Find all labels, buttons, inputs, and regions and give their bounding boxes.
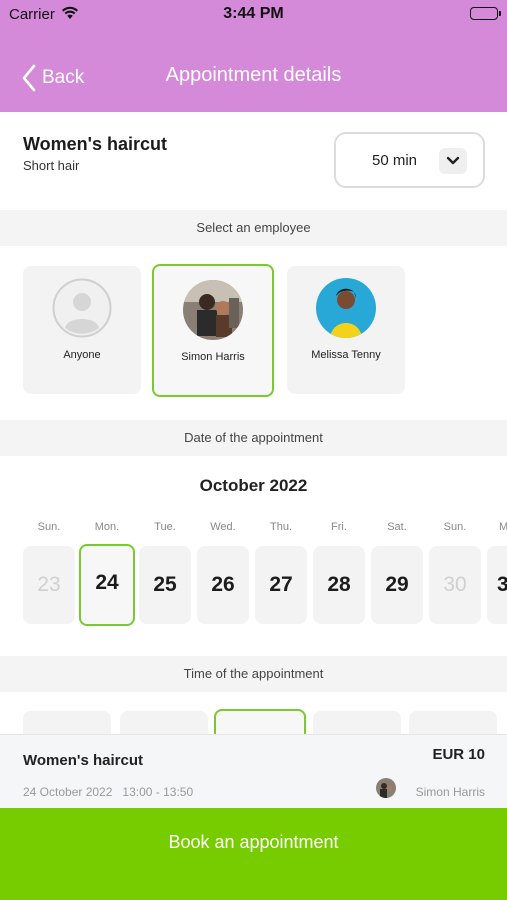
section-header-employee: Select an employee — [0, 210, 507, 246]
calendar-day[interactable]: 25 — [139, 546, 191, 624]
service-variant: Short hair — [23, 158, 80, 173]
status-bar: Carrier 3:44 PM — [0, 0, 507, 30]
weekday-label: Fri. — [331, 521, 347, 533]
employee-photo-avatar — [316, 278, 376, 338]
summary-service: Women's haircut — [23, 752, 143, 769]
weekday-label: Mon. — [94, 521, 120, 533]
employee-card-melissa-tenny[interactable]: Melissa Tenny — [287, 266, 405, 394]
default-avatar-icon — [52, 278, 112, 338]
calendar-day[interactable]: 3 — [487, 546, 507, 624]
employee-card-anyone[interactable]: Anyone — [23, 266, 141, 394]
weekday-label: Sat. — [387, 521, 407, 533]
section-header-time: Time of the appointment — [0, 656, 507, 692]
duration-value: 50 min — [372, 152, 418, 169]
calendar-month: October 2022 — [199, 476, 308, 495]
calendar-day[interactable]: 28 — [313, 546, 365, 624]
calendar-day[interactable]: 26 — [197, 546, 249, 624]
section-header-date: Date of the appointment — [0, 420, 507, 456]
summary-employee-avatar — [376, 778, 396, 798]
calendar-day: 30 — [429, 546, 481, 624]
status-time: 3:44 PM — [223, 5, 284, 22]
weekday-label: Sun. — [37, 521, 61, 533]
calendar-day[interactable]: 29 — [371, 546, 423, 624]
service-name: Women's haircut — [23, 134, 167, 154]
nav-header: Carrier 3:44 PM Back Appointment details — [0, 0, 507, 112]
summary-price: EUR 10 — [432, 746, 485, 763]
service-row: Women's haircut Short hair 50 min — [0, 112, 507, 210]
employee-name: Anyone — [63, 349, 101, 361]
weekday-label: M — [499, 521, 507, 533]
chevron-down-icon — [439, 148, 467, 174]
employee-card-simon-harris[interactable]: Simon Harris — [152, 264, 274, 397]
weekday-label: Wed. — [210, 521, 236, 533]
summary-employee: Simon Harris — [415, 785, 485, 799]
book-appointment-button[interactable]: Book an appointment — [0, 808, 507, 900]
duration-dropdown[interactable]: 50 min — [334, 132, 485, 188]
weekday-label: Thu. — [269, 521, 292, 533]
weekday-label: Sun. — [443, 521, 467, 533]
employee-name: Melissa Tenny — [311, 349, 381, 361]
calendar-day: 23 — [23, 546, 75, 624]
calendar-day[interactable]: 27 — [255, 546, 307, 624]
battery-icon — [470, 7, 501, 20]
booking-summary: Women's haircut EUR 10 24 October 2022 1… — [0, 734, 507, 808]
employee-name: Simon Harris — [181, 351, 245, 363]
summary-date-time: 24 October 2022 13:00 - 13:50 — [23, 785, 194, 799]
calendar-day-selected[interactable]: 24 — [79, 544, 135, 626]
weekday-label: Tue. — [154, 521, 176, 533]
page-title: Appointment details — [165, 64, 342, 86]
employee-photo-avatar — [183, 280, 243, 340]
